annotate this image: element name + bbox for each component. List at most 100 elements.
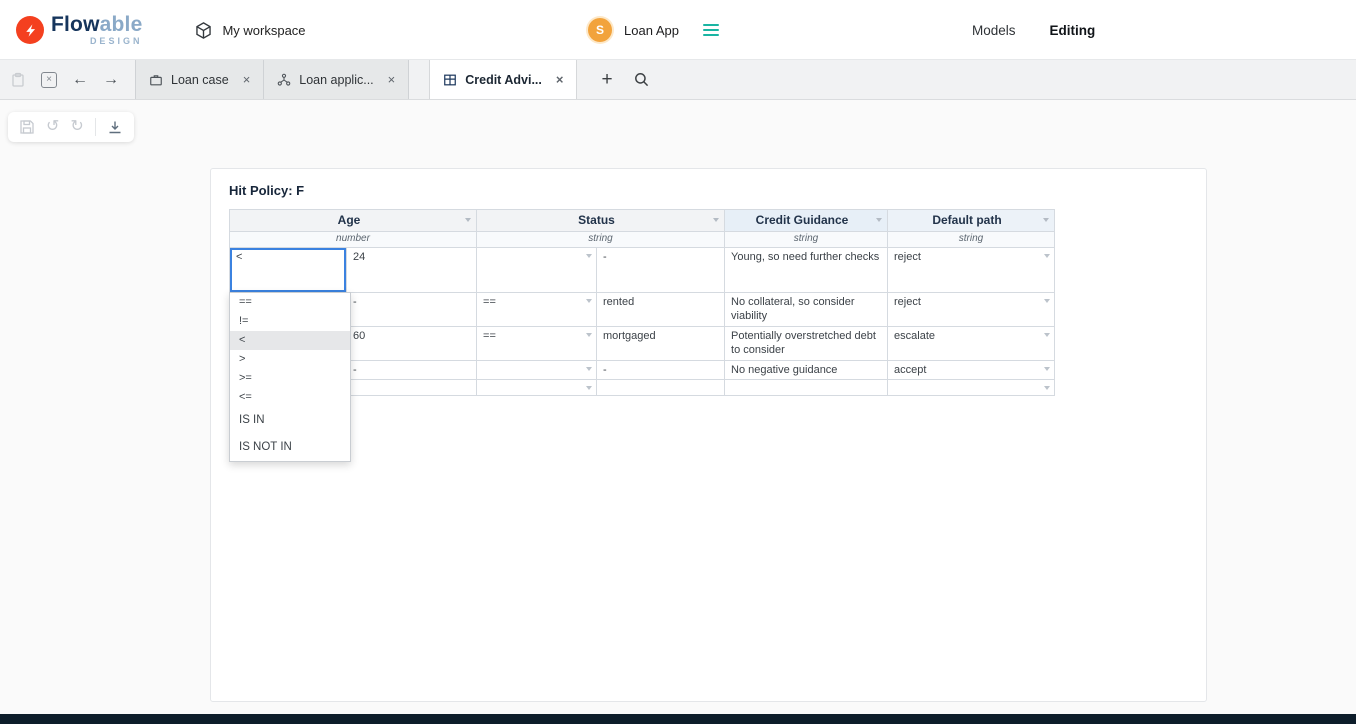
status-value-cell[interactable]: mortgaged xyxy=(597,327,725,361)
bottom-bar xyxy=(0,714,1356,724)
default-path-cell[interactable]: reject xyxy=(888,248,1055,293)
status-operator-cell[interactable] xyxy=(477,248,597,293)
operator-option[interactable]: != xyxy=(230,312,350,331)
status-operator-cell[interactable] xyxy=(477,361,597,380)
chevron-down-icon xyxy=(586,367,592,371)
age-operator-cell[interactable]: < xyxy=(230,248,347,293)
age-value-cell[interactable]: - xyxy=(347,361,477,380)
table-row: - - No negative guidance accept xyxy=(230,361,1055,380)
status-value-cell[interactable]: - xyxy=(597,361,725,380)
close-tab-icon[interactable]: × xyxy=(388,72,396,87)
cell-text: accept xyxy=(894,364,926,376)
column-header-credit-guidance[interactable]: Credit Guidance xyxy=(725,210,888,232)
cell-text: reject xyxy=(894,296,921,308)
operator-option[interactable]: <= xyxy=(230,388,350,407)
column-header-age[interactable]: Age xyxy=(230,210,477,232)
cell-text: escalate xyxy=(894,330,935,342)
table-row: < 24 - Young, so need further checks rej… xyxy=(230,248,1055,293)
top-bar: Flowable DESIGN My workspace S Loan App … xyxy=(0,0,1356,60)
hamburger-menu-icon[interactable] xyxy=(703,24,719,36)
credit-guidance-cell[interactable]: Potentially overstretched debt to consid… xyxy=(725,327,888,361)
close-tab-icon[interactable]: × xyxy=(556,72,564,87)
filter-icon[interactable] xyxy=(713,218,719,222)
credit-guidance-cell[interactable]: No negative guidance xyxy=(725,361,888,380)
operator-option[interactable]: > xyxy=(230,350,350,369)
hit-policy-label: Hit Policy: F xyxy=(229,183,1188,198)
models-link[interactable]: Models xyxy=(972,23,1016,38)
column-type-age: number xyxy=(230,232,477,248)
workspace-selector[interactable]: My workspace xyxy=(194,21,305,40)
cell-text: reject xyxy=(894,251,921,263)
table-row: - == rented No collateral, so consider v… xyxy=(230,293,1055,327)
column-header-default-path[interactable]: Default path xyxy=(888,210,1055,232)
export-icon[interactable] xyxy=(107,119,123,135)
column-title: Credit Guidance xyxy=(756,213,849,227)
credit-guidance-cell[interactable]: Young, so need further checks xyxy=(725,248,888,293)
workspace-box-icon xyxy=(194,21,213,40)
brand-design-label: DESIGN xyxy=(51,37,142,46)
app-avatar[interactable]: S xyxy=(588,18,612,42)
chevron-down-icon xyxy=(586,254,592,258)
back-arrow-button[interactable]: ← xyxy=(72,72,88,88)
chevron-down-icon xyxy=(586,333,592,337)
column-type-credit-guidance: string xyxy=(725,232,888,248)
status-operator-cell[interactable] xyxy=(477,380,597,396)
status-value-cell[interactable] xyxy=(597,380,725,396)
forward-arrow-button[interactable]: → xyxy=(103,72,119,88)
default-path-cell[interactable]: reject xyxy=(888,293,1055,327)
filter-icon[interactable] xyxy=(1043,218,1049,222)
app-name[interactable]: Loan App xyxy=(624,23,679,38)
credit-guidance-cell[interactable]: No collateral, so consider viability xyxy=(725,293,888,327)
credit-guidance-cell[interactable] xyxy=(725,380,888,396)
operator-option-selected[interactable]: < xyxy=(230,331,350,350)
default-path-cell[interactable]: accept xyxy=(888,361,1055,380)
flowable-logo[interactable]: Flowable DESIGN xyxy=(16,14,142,46)
chevron-down-icon xyxy=(1044,299,1050,303)
editor-toolbar: ↺ ↻ xyxy=(8,112,134,142)
new-tab-button[interactable]: + xyxy=(601,70,612,89)
process-model-icon xyxy=(277,73,291,87)
decision-table-card: Hit Policy: F Age Status Credit Guidance… xyxy=(210,168,1207,702)
close-tab-icon[interactable]: × xyxy=(243,72,251,87)
operator-option[interactable]: == xyxy=(230,293,350,312)
age-value-cell[interactable] xyxy=(347,380,477,396)
tab-label: Loan applic... xyxy=(299,73,373,87)
chevron-down-icon xyxy=(1044,386,1050,390)
age-value-cell[interactable]: - xyxy=(347,293,477,327)
column-title: Default path xyxy=(932,213,1001,227)
status-operator-cell[interactable]: == xyxy=(477,293,597,327)
cell-text: == xyxy=(483,296,496,308)
tab-credit-advice[interactable]: Credit Advi... × xyxy=(429,60,577,99)
table-row: 60 == mortgaged Potentially overstretche… xyxy=(230,327,1055,361)
default-path-cell[interactable]: escalate xyxy=(888,327,1055,361)
brand-flow: Flow xyxy=(51,13,100,36)
column-header-status[interactable]: Status xyxy=(477,210,725,232)
chevron-down-icon xyxy=(586,386,592,390)
dmn-decision-table: Age Status Credit Guidance Default path … xyxy=(229,209,1055,396)
status-value-cell[interactable]: rented xyxy=(597,293,725,327)
filter-icon[interactable] xyxy=(465,218,471,222)
age-value-cell[interactable]: 24 xyxy=(347,248,477,293)
column-title: Age xyxy=(338,213,361,227)
save-icon[interactable] xyxy=(19,119,35,135)
status-operator-cell[interactable]: == xyxy=(477,327,597,361)
table-row xyxy=(230,380,1055,396)
age-value-cell[interactable]: 60 xyxy=(347,327,477,361)
close-all-tabs-button[interactable]: × xyxy=(41,72,57,88)
search-icon[interactable] xyxy=(633,71,650,88)
status-value-cell[interactable]: - xyxy=(597,248,725,293)
chevron-down-icon xyxy=(586,299,592,303)
chevron-down-icon xyxy=(1044,333,1050,337)
redo-icon[interactable]: ↻ xyxy=(70,119,83,135)
tab-loan-application[interactable]: Loan applic... × xyxy=(264,60,409,99)
default-path-cell[interactable] xyxy=(888,380,1055,396)
undo-icon[interactable]: ↺ xyxy=(46,119,59,135)
editing-link[interactable]: Editing xyxy=(1050,23,1096,38)
tab-bar: × ← → Loan case × Loan applic... × xyxy=(0,60,1356,100)
operator-option[interactable]: >= xyxy=(230,369,350,388)
operator-option[interactable]: IS IN xyxy=(230,407,350,434)
operator-option[interactable]: IS NOT IN xyxy=(230,434,350,461)
filter-icon[interactable] xyxy=(876,218,882,222)
chevron-down-icon xyxy=(1044,367,1050,371)
tab-loan-case[interactable]: Loan case × xyxy=(135,60,264,99)
